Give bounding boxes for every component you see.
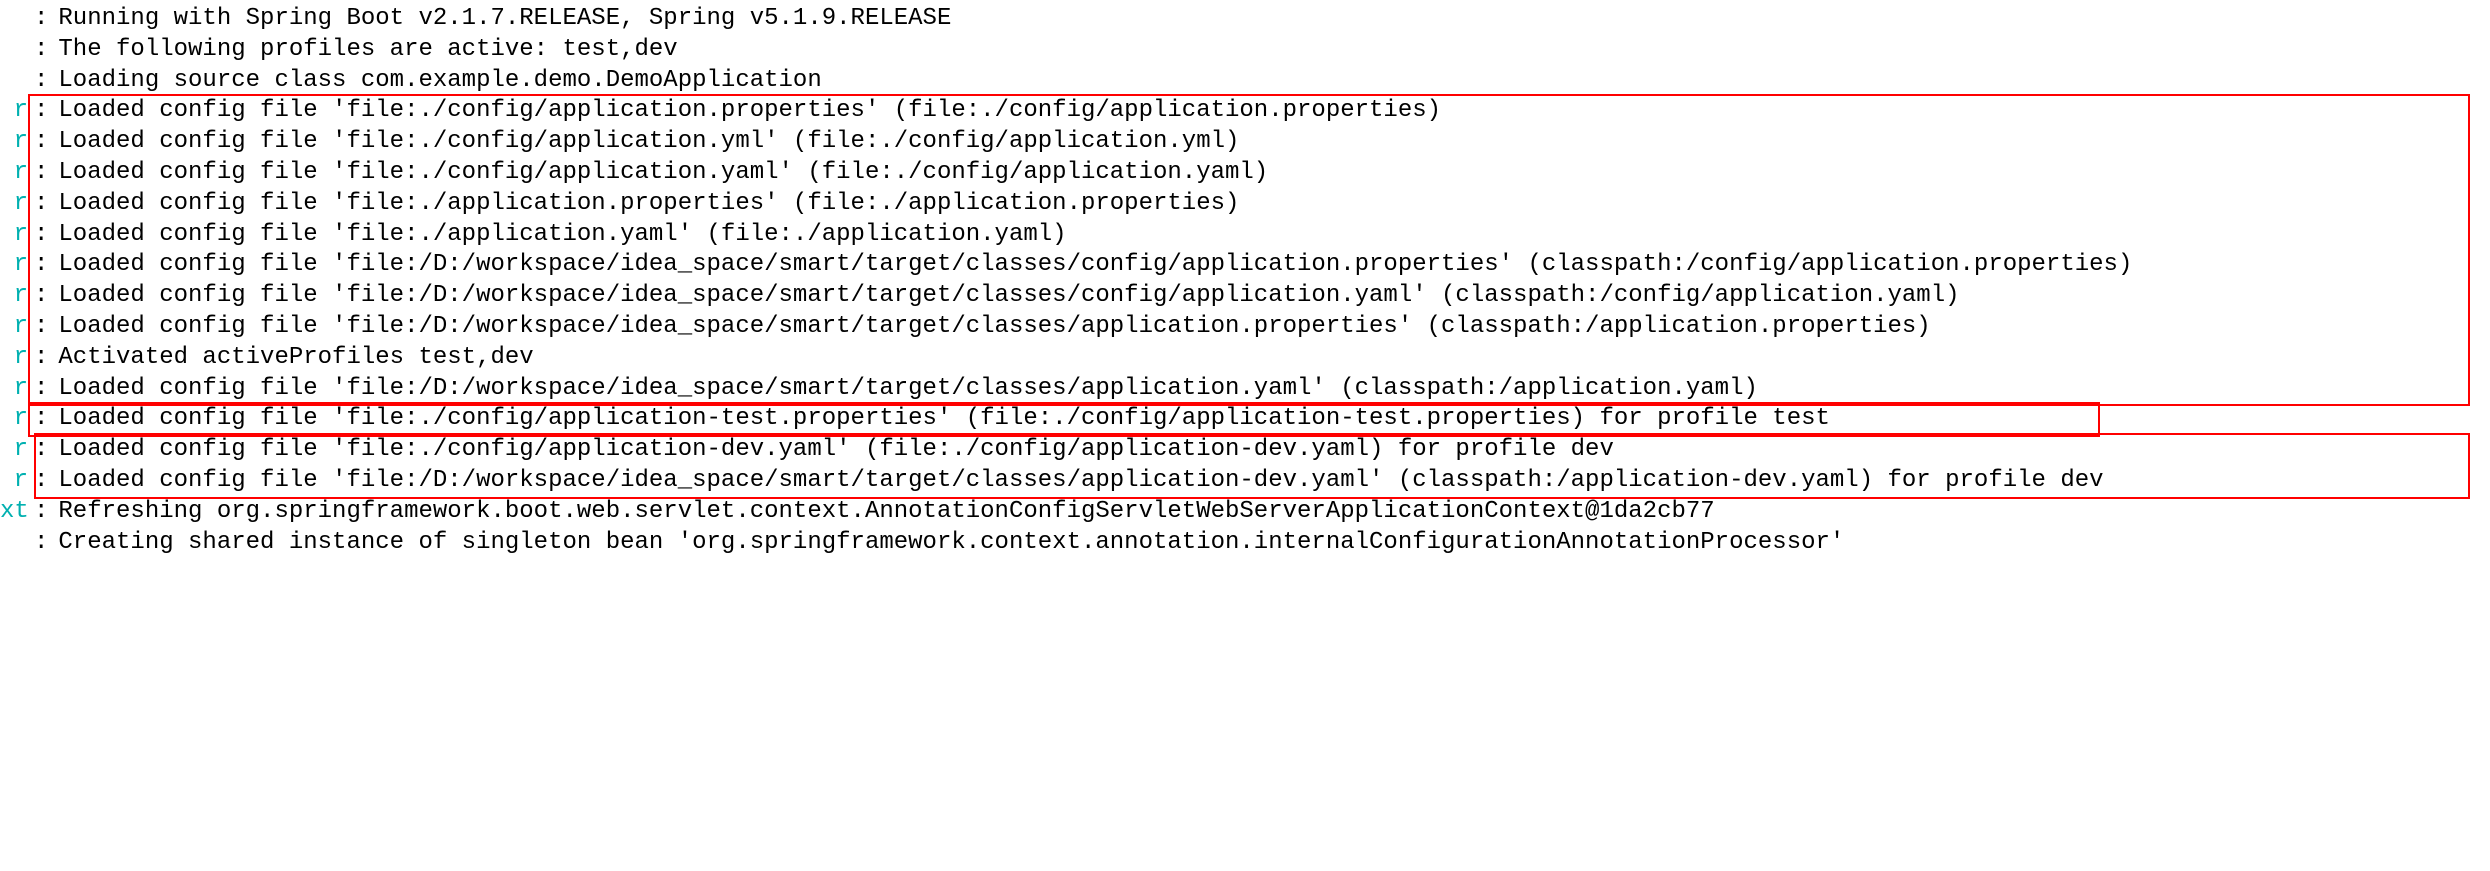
log-message: Running with Spring Boot v2.1.7.RELEASE,… [58,5,951,34]
log-line: r:Loaded config file 'file:./application… [0,189,2490,220]
log-prefix: r [0,313,34,342]
log-separator: : [34,67,58,96]
log-separator: : [34,498,58,527]
log-line: r:Loaded config file 'file:./config/appl… [0,435,2490,466]
log-line: :The following profiles are active: test… [0,35,2490,66]
log-message: Loaded config file 'file:./config/applic… [58,97,1441,126]
log-message: Loading source class com.example.demo.De… [58,67,821,96]
log-message: Loaded config file 'file:/D:/workspace/i… [58,375,1757,404]
log-prefix: r [0,344,34,373]
log-message: Refreshing org.springframework.boot.web.… [58,498,1714,527]
log-separator: : [34,221,58,250]
log-separator: : [34,128,58,157]
log-line: xt:Refreshing org.springframework.boot.w… [0,497,2490,528]
log-separator: : [34,529,58,558]
log-message: Loaded config file 'file:/D:/workspace/i… [58,282,1959,311]
log-line: r:Loaded config file 'file:/D:/workspace… [0,466,2490,497]
log-prefix: r [0,128,34,157]
log-prefix: r [0,190,34,219]
log-separator: : [34,375,58,404]
log-message: Loaded config file 'file:./config/applic… [58,128,1239,157]
log-separator: : [34,36,58,65]
log-separator: : [34,97,58,126]
log-prefix: r [0,467,34,496]
log-prefix: r [0,221,34,250]
log-line: r:Loaded config file 'file:./config/appl… [0,127,2490,158]
log-prefix: r [0,405,34,434]
log-line: :Running with Spring Boot v2.1.7.RELEASE… [0,4,2490,35]
log-prefix: r [0,282,34,311]
log-separator: : [34,190,58,219]
log-message: Loaded config file 'file:./application.p… [58,190,1239,219]
log-message: Loaded config file 'file:/D:/workspace/i… [58,251,2132,280]
log-separator: : [34,313,58,342]
log-message: Loaded config file 'file:/D:/workspace/i… [58,467,2103,496]
log-separator: : [34,344,58,373]
log-prefix: xt [0,498,34,527]
log-output: :Running with Spring Boot v2.1.7.RELEASE… [0,0,2490,562]
log-separator: : [34,405,58,434]
log-prefix: r [0,436,34,465]
log-line: r:Activated activeProfiles test,dev [0,343,2490,374]
log-line: r:Loaded config file 'file:./application… [0,220,2490,251]
log-prefix: r [0,375,34,404]
log-message: Loaded config file 'file:./config/applic… [58,405,1830,434]
log-message: Loaded config file 'file:./application.y… [58,221,1066,250]
log-message: Loaded config file 'file:/D:/workspace/i… [58,313,1930,342]
log-line: r:Loaded config file 'file:/D:/workspace… [0,281,2490,312]
log-line: :Loading source class com.example.demo.D… [0,66,2490,97]
log-line: r:Loaded config file 'file:./config/appl… [0,404,2490,435]
log-separator: : [34,282,58,311]
log-separator: : [34,5,58,34]
log-prefix: r [0,251,34,280]
log-message: Loaded config file 'file:./config/applic… [58,436,1613,465]
log-line: r:Loaded config file 'file:/D:/workspace… [0,250,2490,281]
log-separator: : [34,467,58,496]
log-message: Creating shared instance of singleton be… [58,529,1844,558]
log-message: Activated activeProfiles test,dev [58,344,533,373]
log-line: r:Loaded config file 'file:/D:/workspace… [0,312,2490,343]
log-line: r:Loaded config file 'file:./config/appl… [0,96,2490,127]
log-separator: : [34,436,58,465]
log-message: The following profiles are active: test,… [58,36,677,65]
log-line: r:Loaded config file 'file:./config/appl… [0,158,2490,189]
log-prefix: r [0,159,34,188]
log-line: :Creating shared instance of singleton b… [0,528,2490,559]
log-separator: : [34,251,58,280]
log-separator: : [34,159,58,188]
log-prefix: r [0,97,34,126]
log-message: Loaded config file 'file:./config/applic… [58,159,1268,188]
log-line: r:Loaded config file 'file:/D:/workspace… [0,374,2490,405]
